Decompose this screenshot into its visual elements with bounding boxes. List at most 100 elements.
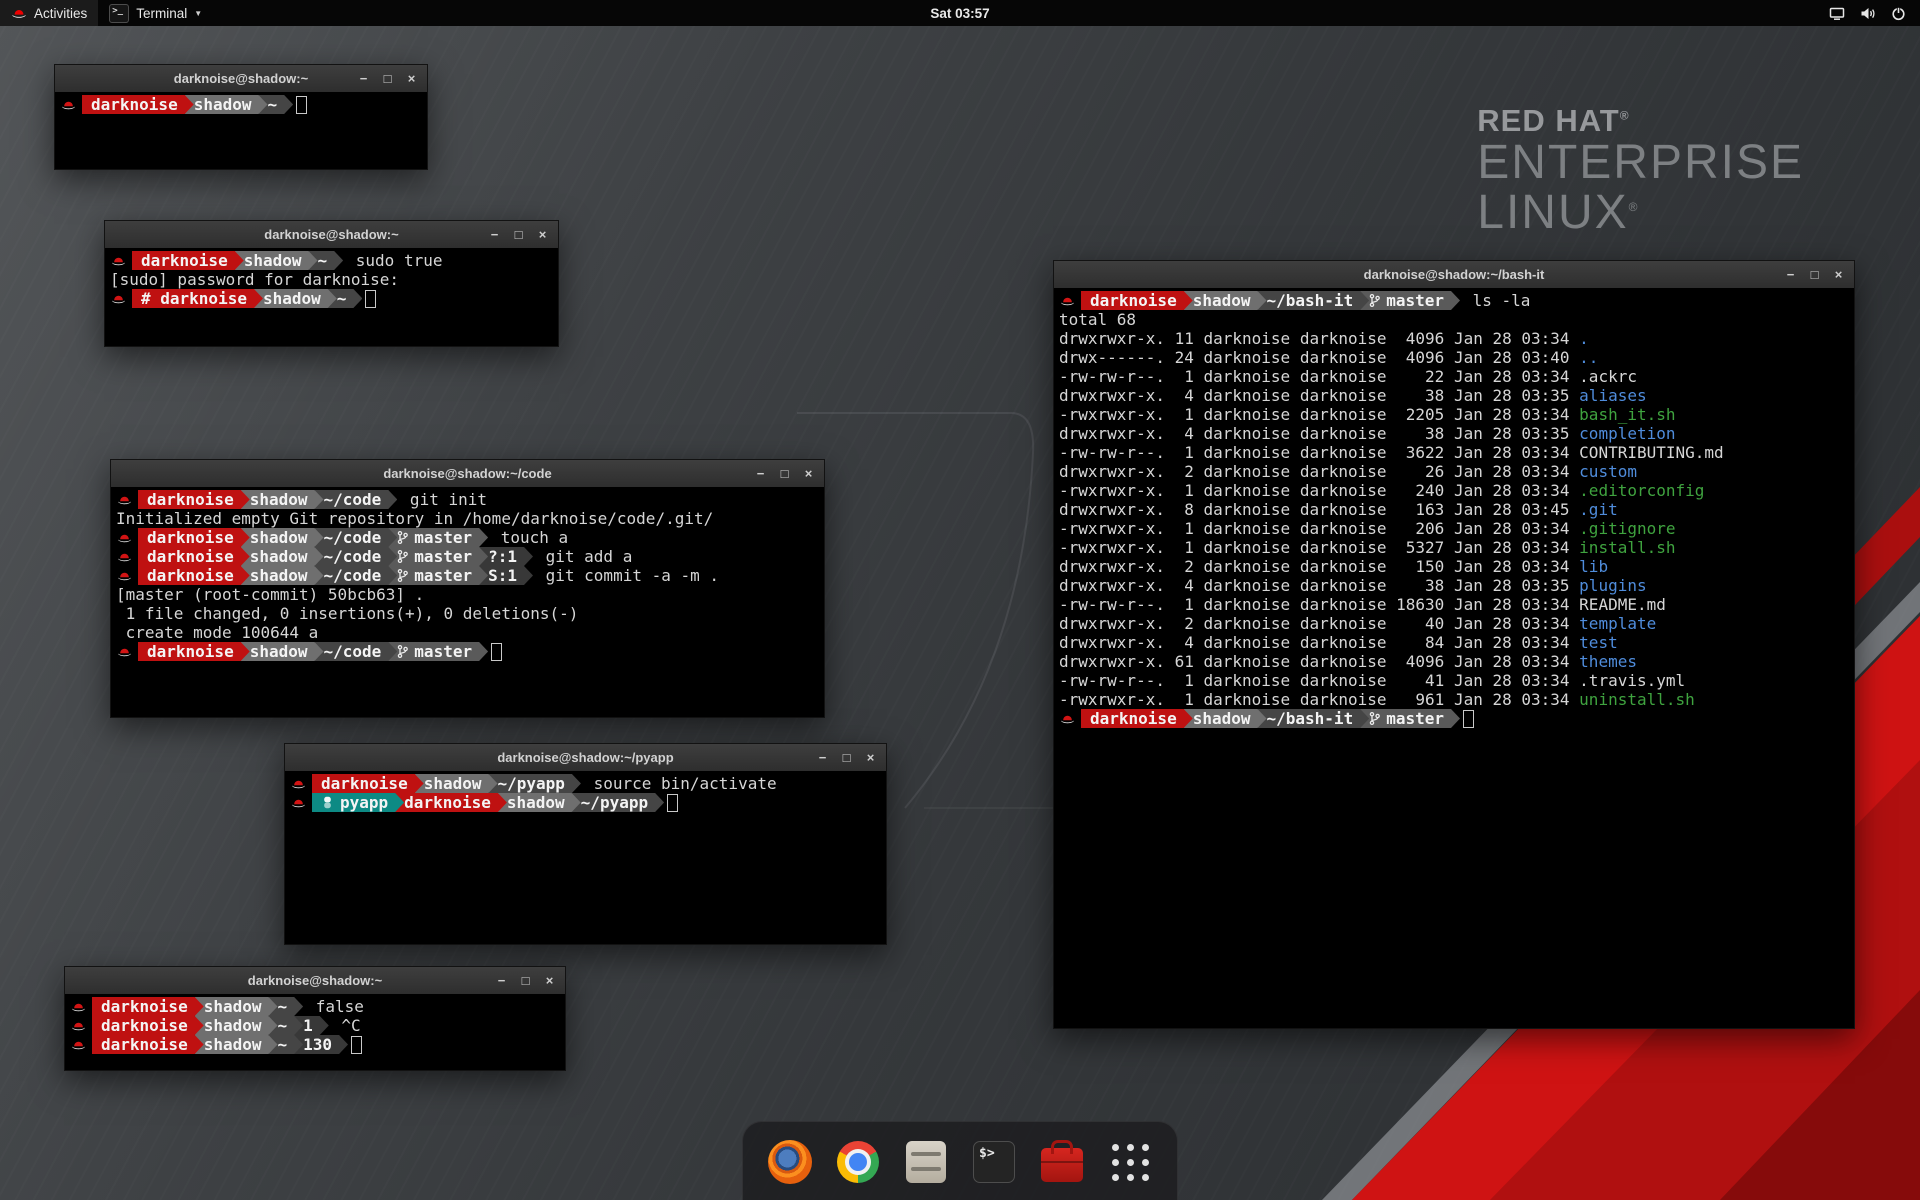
window-titlebar[interactable]: darknoise@shadow:~/code −□×	[111, 460, 824, 488]
terminal-line: darknoiseshadow~	[60, 95, 427, 114]
python-icon	[321, 796, 334, 809]
maximize-button[interactable]: □	[836, 747, 857, 768]
window-titlebar[interactable]: darknoise@shadow:~−□×	[105, 221, 558, 249]
redhat-prompt-icon	[71, 1038, 86, 1051]
terminal-text: sudo true	[346, 251, 442, 270]
firefox-icon[interactable]	[767, 1139, 813, 1185]
minimize-button[interactable]: −	[353, 68, 374, 89]
terminal-line: -rwxrwxr-x. 1 darknoise darknoise 5327 J…	[1059, 538, 1854, 557]
maximize-button[interactable]: □	[377, 68, 398, 89]
clock[interactable]: Sat 03:57	[930, 6, 989, 21]
prompt-segment: shadow	[241, 547, 324, 566]
terminal-window-pyapp[interactable]: darknoise@shadow:~/pyapp−□×darknoiseshad…	[284, 743, 887, 945]
dock: $>	[742, 1121, 1178, 1200]
prompt-segment: shadow	[241, 490, 324, 509]
maximize-button[interactable]: □	[508, 224, 529, 245]
terminal-line: drwxrwxr-x. 61 darknoise darknoise 4096 …	[1059, 652, 1854, 671]
terminal-text: custom	[1579, 462, 1637, 481]
volume-icon	[1860, 6, 1876, 21]
close-button[interactable]: ×	[1828, 264, 1849, 285]
terminal-line: darknoiseshadow~/codemaster	[116, 642, 824, 661]
terminal-window-bashit[interactable]: darknoise@shadow:~/bash-it−□×darknoisesh…	[1053, 260, 1855, 1029]
terminal-text: drwxrwxr-x. 61 darknoise darknoise 4096 …	[1059, 652, 1579, 671]
terminal-cursor	[667, 794, 678, 812]
window-title: darknoise@shadow:~	[174, 71, 308, 86]
terminal-cursor	[1463, 710, 1474, 728]
terminal-line: drwxrwxr-x. 4 darknoise darknoise 38 Jan…	[1059, 576, 1854, 595]
terminal-text: drwx------. 24 darknoise darknoise 4096 …	[1059, 348, 1579, 367]
terminal-text: template	[1579, 614, 1656, 633]
terminal-icon[interactable]: $>	[971, 1139, 1017, 1185]
minimize-button[interactable]: −	[484, 224, 505, 245]
prompt-segment: shadow	[235, 251, 318, 270]
minimize-button[interactable]: −	[750, 463, 771, 484]
prompt-segment: master	[388, 566, 488, 585]
terminal-text: aliases	[1579, 386, 1646, 405]
redhat-logo-icon	[11, 6, 27, 20]
window-titlebar[interactable]: darknoise@shadow:~ −□×	[55, 65, 427, 93]
terminal-content[interactable]: darknoiseshadow~/bash-itmaster ls -latot…	[1054, 288, 1854, 1028]
show-applications-icon[interactable]	[1107, 1139, 1153, 1185]
terminal-app-icon: >_	[109, 4, 129, 23]
terminal-line: drwxrwxr-x. 2 darknoise darknoise 150 Ja…	[1059, 557, 1854, 576]
minimize-button[interactable]: −	[491, 970, 512, 991]
terminal-window-home-1[interactable]: darknoise@shadow:~ −□× darknoiseshadow~	[54, 64, 428, 170]
terminal-window-code[interactable]: darknoise@shadow:~/code−□×darknoiseshado…	[110, 459, 825, 718]
redhat-prompt-icon	[1060, 712, 1075, 725]
terminal-text: 1 file changed, 0 insertions(+), 0 delet…	[116, 604, 578, 623]
terminal-text: .git	[1579, 500, 1618, 519]
prompt-segment: ~/code	[315, 566, 398, 585]
activities-button[interactable]: Activities	[0, 0, 98, 26]
redhat-toolbox-icon[interactable]	[1039, 1139, 1085, 1185]
window-titlebar[interactable]: darknoise@shadow:~/pyapp−□×	[285, 744, 886, 772]
terminal-content[interactable]: darknoiseshadow~/pyapp source bin/activa…	[285, 771, 886, 944]
terminal-text: git init	[400, 490, 487, 509]
branch-icon	[1369, 293, 1380, 308]
terminal-window-exitcodes[interactable]: darknoise@shadow:~−□×darknoiseshadow~ fa…	[64, 966, 566, 1071]
prompt-segment: shadow	[1184, 709, 1267, 728]
close-button[interactable]: ×	[401, 68, 422, 89]
minimize-button[interactable]: −	[812, 747, 833, 768]
branch-icon	[397, 549, 408, 564]
window-titlebar[interactable]: darknoise@shadow:~−□×	[65, 967, 565, 995]
terminal-line: # darknoiseshadow~	[110, 289, 558, 308]
window-title: darknoise@shadow:~/code	[383, 466, 551, 481]
terminal-window-sudo[interactable]: darknoise@shadow:~−□×darknoiseshadow~ su…	[104, 220, 559, 347]
terminal-text: ^C	[332, 1016, 361, 1035]
terminal-line: darknoiseshadow~/bash-itmaster ls -la	[1059, 291, 1854, 310]
terminal-content[interactable]: darknoiseshadow~ sudo true[sudo] passwor…	[105, 248, 558, 346]
close-button[interactable]: ×	[860, 747, 881, 768]
terminal-text: .gitignore	[1579, 519, 1675, 538]
close-button[interactable]: ×	[532, 224, 553, 245]
terminal-text: Initialized empty Git repository in /hom…	[116, 509, 713, 528]
prompt-segment: master	[388, 642, 488, 661]
terminal-line: darknoiseshadow~/codemaster?:1 git add a	[116, 547, 824, 566]
prompt-segment: shadow	[254, 289, 337, 308]
minimize-button[interactable]: −	[1780, 264, 1801, 285]
terminal-text: drwxrwxr-x. 8 darknoise darknoise 163 Ja…	[1059, 500, 1579, 519]
terminal-content[interactable]: darknoiseshadow~ falsedarknoiseshadow~1 …	[65, 994, 565, 1070]
prompt-segment: ~/code	[315, 642, 398, 661]
terminal-text: test	[1579, 633, 1618, 652]
files-icon[interactable]	[903, 1139, 949, 1185]
app-menu-terminal[interactable]: >_ Terminal ▼	[98, 0, 213, 26]
app-menu-label: Terminal	[136, 6, 187, 21]
system-status-area[interactable]	[1829, 0, 1920, 26]
window-titlebar[interactable]: darknoise@shadow:~/bash-it−□×	[1054, 261, 1854, 289]
power-icon	[1891, 6, 1906, 21]
maximize-button[interactable]: □	[515, 970, 536, 991]
prompt-segment: shadow	[241, 642, 324, 661]
terminal-content[interactable]: darknoiseshadow~	[55, 92, 427, 169]
close-button[interactable]: ×	[798, 463, 819, 484]
terminal-line: darknoiseshadow~/codemaster touch a	[116, 528, 824, 547]
chrome-icon[interactable]	[835, 1139, 881, 1185]
terminal-text: -rw-rw-r--. 1 darknoise darknoise 22 Jan…	[1059, 367, 1579, 386]
maximize-button[interactable]: □	[774, 463, 795, 484]
prompt-segment: darknoise	[1081, 709, 1193, 728]
terminal-content[interactable]: darknoiseshadow~/code git initInitialize…	[111, 487, 824, 717]
prompt-segment: master	[1360, 291, 1460, 310]
terminal-cursor	[351, 1036, 362, 1054]
maximize-button[interactable]: □	[1804, 264, 1825, 285]
prompt-segment: darknoise	[138, 566, 250, 585]
close-button[interactable]: ×	[539, 970, 560, 991]
